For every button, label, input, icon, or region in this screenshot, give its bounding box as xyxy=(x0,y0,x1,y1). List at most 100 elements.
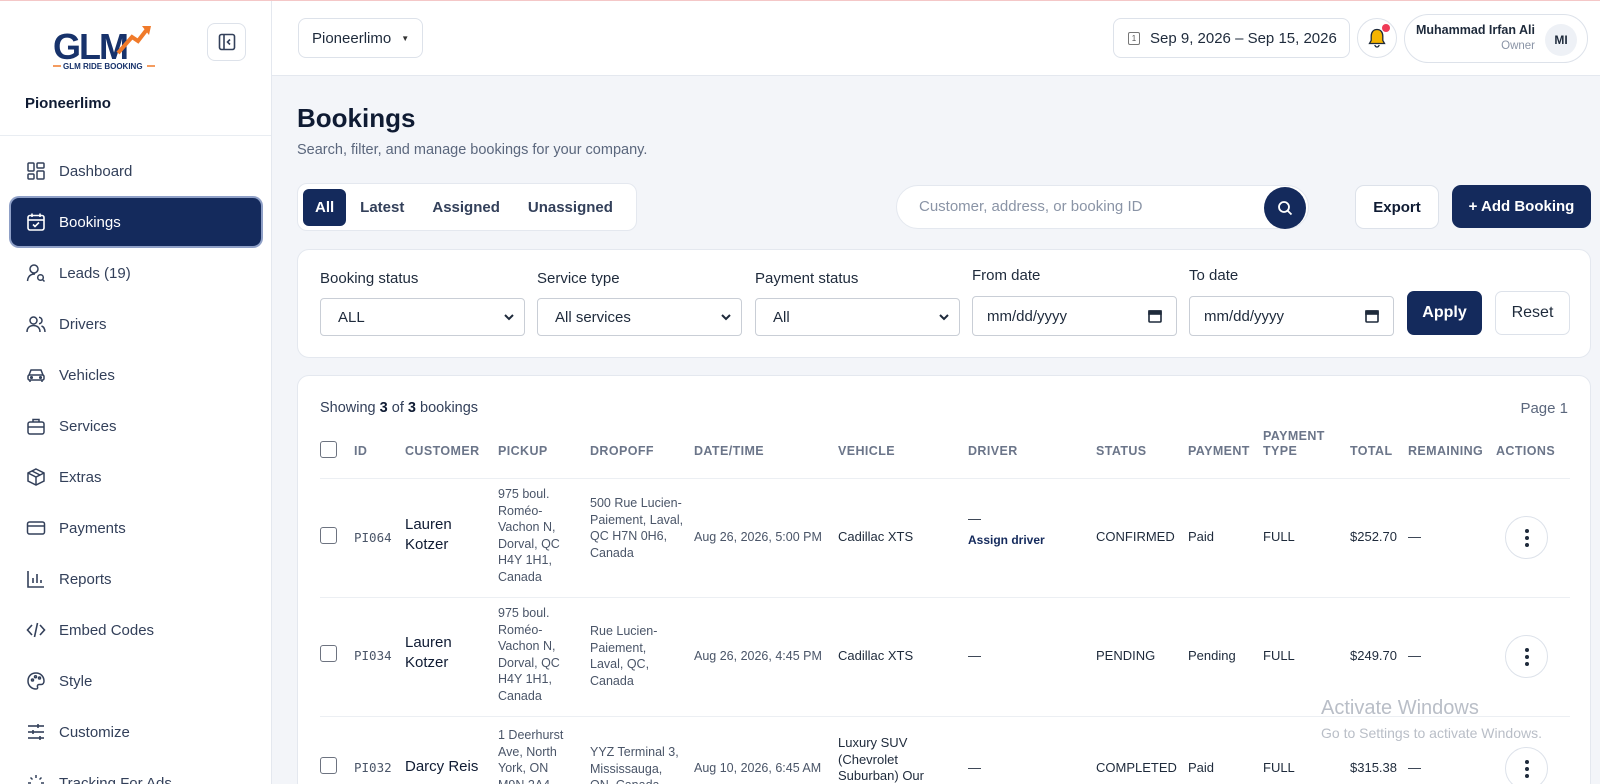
car-icon xyxy=(25,364,47,386)
search-button[interactable] xyxy=(1264,187,1306,229)
add-booking-button[interactable]: + Add Booking xyxy=(1452,185,1591,228)
column-header-customer[interactable]: CUSTOMER xyxy=(405,444,480,459)
sidebar-item-embed-codes[interactable]: Embed Codes xyxy=(11,606,261,654)
service-type-select[interactable]: All services xyxy=(537,298,742,336)
to-date-input[interactable]: mm/dd/yyyy xyxy=(1189,296,1394,336)
company-select[interactable]: Pioneerlimo ▼ xyxy=(298,18,423,58)
sidebar-item-services[interactable]: Services xyxy=(11,402,261,450)
notification-badge xyxy=(1382,24,1390,32)
tab-assigned[interactable]: Assigned xyxy=(418,189,514,226)
status-badge: PENDING xyxy=(1096,648,1156,663)
payment-status-select[interactable]: All xyxy=(755,298,960,336)
column-header-id[interactable]: ID xyxy=(354,444,367,459)
sidebar-nav: Dashboard Bookings Leads (19) Drivers Ve… xyxy=(11,147,261,784)
booking-tabs: All Latest Assigned Unassigned xyxy=(297,183,637,231)
row-checkbox[interactable] xyxy=(320,645,337,662)
company-select-value: Pioneerlimo xyxy=(312,29,392,47)
row-actions-button[interactable] xyxy=(1505,635,1548,678)
row-actions-button[interactable] xyxy=(1505,516,1548,559)
sidebar-item-reports[interactable]: Reports xyxy=(11,555,261,603)
top-bar: Pioneerlimo ▼ 1 Sep 9, 2026 – Sep 15, 20… xyxy=(272,1,1600,76)
sidebar-item-drivers[interactable]: Drivers xyxy=(11,300,261,348)
row-checkbox[interactable] xyxy=(320,757,337,774)
user-search-icon xyxy=(25,262,47,284)
pickup-address: 975 boul. Roméo-Vachon N, Dorval, QC H4Y… xyxy=(498,606,560,703)
pickup-address: 1 Deerhurst Ave, North York, ON M9N 2A4 xyxy=(498,728,564,784)
row-checkbox[interactable] xyxy=(320,527,337,544)
booking-id[interactable]: PI034 xyxy=(354,648,392,665)
driver-name: — xyxy=(968,511,981,526)
tab-latest[interactable]: Latest xyxy=(346,189,418,226)
user-role: Owner xyxy=(1501,40,1535,52)
chevron-down-icon xyxy=(721,314,731,321)
booking-status-value: ALL xyxy=(338,308,365,326)
booking-status-select[interactable]: ALL xyxy=(320,298,525,336)
sidebar-item-vehicles[interactable]: Vehicles xyxy=(11,351,261,399)
more-vertical-icon xyxy=(1524,528,1529,547)
sidebar-company-name: Pioneerlimo xyxy=(25,95,111,112)
sidebar-item-label: Style xyxy=(59,672,93,690)
sidebar-item-label: Drivers xyxy=(59,315,107,333)
showing-total-value: 3 xyxy=(407,400,416,416)
sidebar-item-customize[interactable]: Customize xyxy=(11,708,261,756)
tab-all[interactable]: All xyxy=(303,189,347,226)
sidebar-divider xyxy=(0,135,271,136)
collapse-sidebar-button[interactable] xyxy=(207,23,246,61)
customer-name: Darcy Reis xyxy=(405,758,479,775)
caret-down-icon: ▼ xyxy=(401,33,410,43)
row-actions-button[interactable] xyxy=(1505,747,1548,784)
date-range-text: Sep 9, 2026 – Sep 15, 2026 xyxy=(1150,29,1337,47)
user-menu[interactable]: Muhammad Irfan Ali Owner MI xyxy=(1404,14,1588,63)
sidebar-item-bookings[interactable]: Bookings xyxy=(11,198,261,246)
column-header-status[interactable]: STATUS xyxy=(1096,444,1147,459)
column-header-remaining[interactable]: REMAINING xyxy=(1408,444,1483,459)
booking-total: $315.38 xyxy=(1350,760,1397,775)
column-header-pickup[interactable]: PICKUP xyxy=(498,444,548,459)
sidebar-item-label: Tracking For Ads xyxy=(59,774,172,784)
column-header-total[interactable]: TOTAL xyxy=(1350,444,1393,459)
sidebar-item-payments[interactable]: Payments xyxy=(11,504,261,552)
sidebar-item-label: Leads (19) xyxy=(59,264,131,282)
select-all-checkbox[interactable] xyxy=(320,441,337,458)
date-range-picker[interactable]: 1 Sep 9, 2026 – Sep 15, 2026 xyxy=(1113,18,1350,58)
sidebar-item-leads[interactable]: Leads (19) xyxy=(11,249,261,297)
row-divider xyxy=(320,597,1570,598)
page-subtitle: Search, filter, and manage bookings for … xyxy=(297,142,648,158)
tab-unassigned[interactable]: Unassigned xyxy=(514,189,627,226)
reset-filters-button[interactable]: Reset xyxy=(1495,291,1570,335)
to-date-value: mm/dd/yyyy xyxy=(1204,307,1285,325)
driver-name: — xyxy=(968,760,981,775)
booking-id[interactable]: PI032 xyxy=(354,760,392,777)
column-header-driver[interactable]: DRIVER xyxy=(968,444,1018,459)
column-header-vehicle[interactable]: VEHICLE xyxy=(838,444,895,459)
showing-suffix: bookings xyxy=(420,400,479,416)
code-icon xyxy=(25,619,47,641)
assign-driver-link[interactable]: Assign driver xyxy=(968,533,1045,547)
export-button[interactable]: Export xyxy=(1355,185,1439,229)
payment-status-label: Payment status xyxy=(755,270,859,287)
from-date-input[interactable]: mm/dd/yyyy xyxy=(972,296,1177,336)
dashboard-icon xyxy=(25,160,47,182)
sidebar-item-tracking-for-ads[interactable]: Tracking For Ads xyxy=(11,759,261,784)
showing-count-value: 3 xyxy=(379,400,388,416)
notifications-button[interactable] xyxy=(1357,18,1397,58)
company-logo[interactable]: GLM GLM RIDE BOOKING xyxy=(52,25,162,73)
column-header-payment[interactable]: PAYMENT xyxy=(1188,444,1250,459)
sidebar-item-style[interactable]: Style xyxy=(11,657,261,705)
column-header-dropoff[interactable]: DROPOFF xyxy=(590,444,654,459)
sidebar-item-dashboard[interactable]: Dashboard xyxy=(11,147,261,195)
search-input[interactable] xyxy=(919,198,1279,215)
booking-total: $249.70 xyxy=(1350,648,1397,663)
calendar-icon xyxy=(1148,310,1162,323)
sidebar-item-label: Embed Codes xyxy=(59,621,155,639)
booking-id[interactable]: PI064 xyxy=(354,530,392,547)
booking-datetime: Aug 26, 2026, 4:45 PM xyxy=(694,649,822,663)
pickup-address: 975 boul. Roméo-Vachon N, Dorval, QC H4Y… xyxy=(498,487,560,584)
column-header-datetime[interactable]: DATE/TIME xyxy=(694,444,764,459)
sidebar-item-extras[interactable]: Extras xyxy=(11,453,261,501)
briefcase-icon xyxy=(25,415,47,437)
apply-filters-button[interactable]: Apply xyxy=(1407,291,1482,335)
column-header-payment-type[interactable]: PAYMENT TYPE xyxy=(1263,429,1335,459)
booking-status-label: Booking status xyxy=(320,270,419,287)
sparkle-icon xyxy=(25,772,47,784)
